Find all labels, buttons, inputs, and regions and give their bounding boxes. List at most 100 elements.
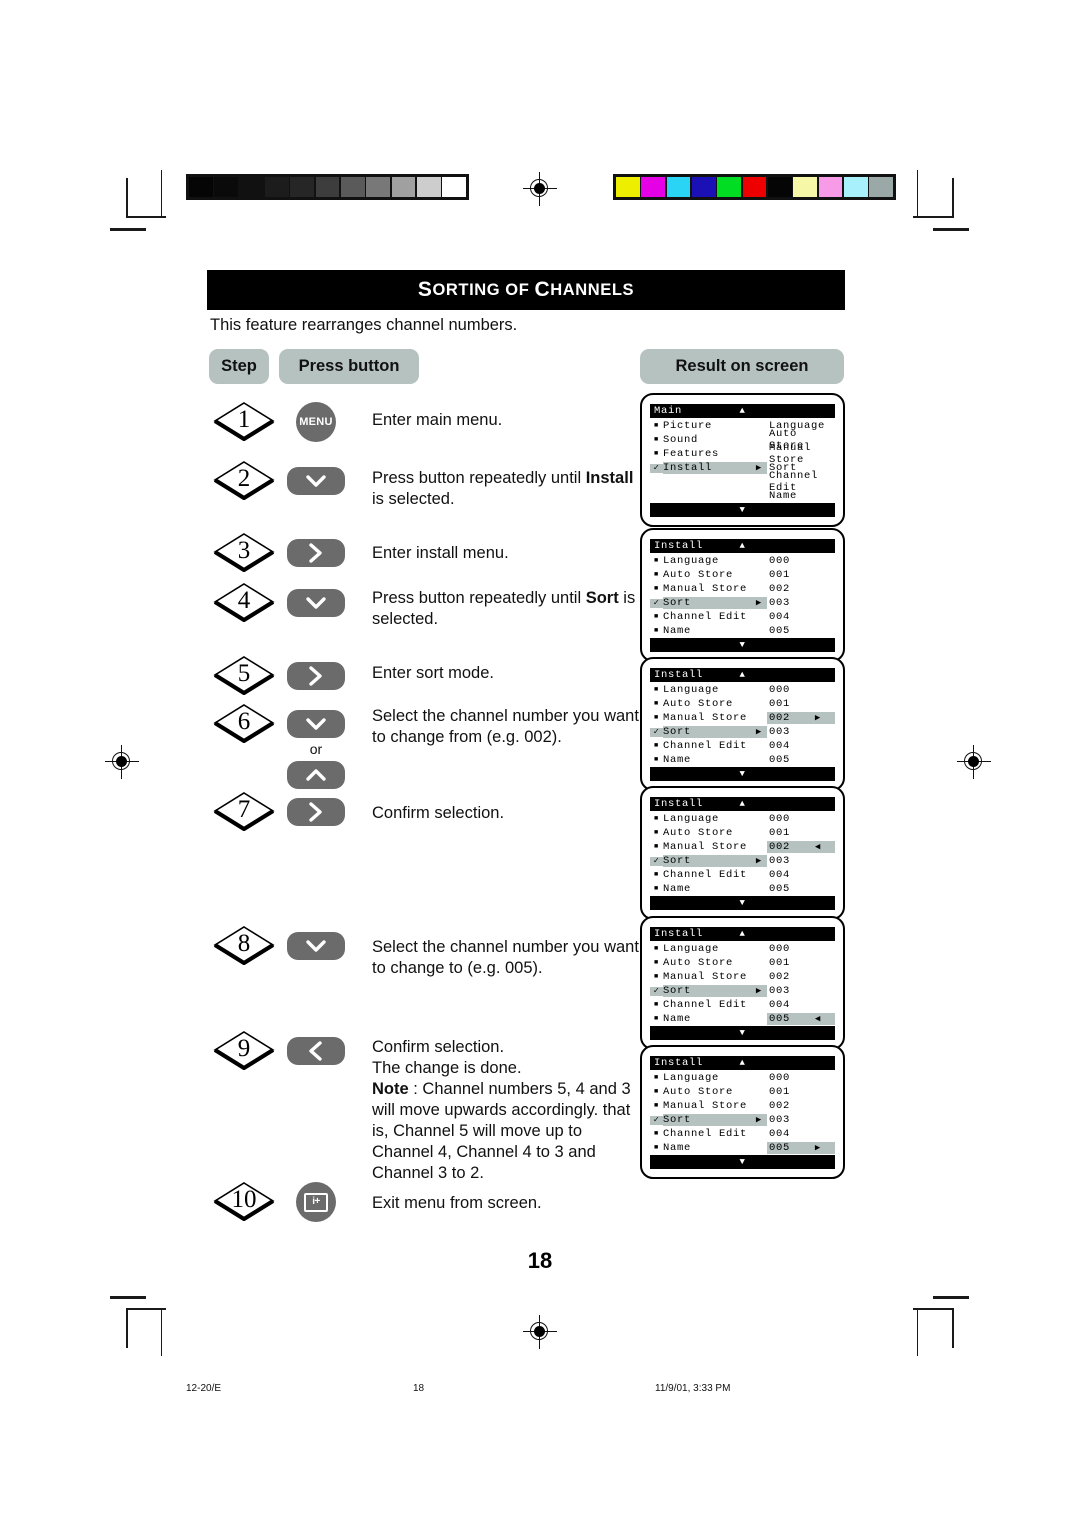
- osd-footer-bar: ▼: [650, 503, 835, 517]
- osd-menu-item[interactable]: ■ Language 000: [650, 942, 835, 956]
- chevron-right-button[interactable]: [287, 798, 345, 826]
- chevron-right-button[interactable]: [287, 539, 345, 567]
- chevron-right-icon: [302, 540, 330, 566]
- osd-menu-item[interactable]: ■ Language 000: [650, 683, 835, 697]
- chevron-down-button[interactable]: [287, 589, 345, 617]
- osd-menu-item[interactable]: ✓ Sort ▶ 003: [650, 854, 835, 868]
- chevron-down-icon: [302, 468, 330, 494]
- info-button[interactable]: i+: [296, 1182, 336, 1222]
- registration-target-top: [523, 172, 557, 206]
- osd-menu-item-text: Name: [663, 883, 692, 895]
- scroll-down-arrow-icon[interactable]: ▼: [739, 505, 745, 515]
- chevron-down-button[interactable]: [287, 932, 345, 960]
- osd-menu-item[interactable]: ■ Features Manual Store: [650, 442, 835, 466]
- grayscale-calibration-strip: [186, 174, 469, 200]
- chevron-down-icon: [302, 933, 330, 959]
- chevron-down-button[interactable]: [287, 710, 345, 738]
- crop-mark-tr-v2: [917, 170, 919, 218]
- osd-menu-item[interactable]: ■ Auto Store 001: [650, 1085, 835, 1099]
- osd-menu-item-text: Channel Edit: [663, 869, 748, 881]
- osd-menu-item-label: Sort ▶: [663, 985, 767, 997]
- osd-menu-item[interactable]: ■ Auto Store 001: [650, 956, 835, 970]
- osd-menu-item-value: 003: [767, 726, 835, 738]
- step-description-text: Confirm selection.: [372, 804, 505, 822]
- osd-menu-item[interactable]: ■ Name 005: [650, 882, 835, 896]
- chevron-up-button[interactable]: [287, 761, 345, 789]
- osd-menu-item[interactable]: ✓ Sort ▶ 003: [650, 725, 835, 739]
- osd-menu-item[interactable]: ■ Name 005: [650, 753, 835, 767]
- step-number: 1: [237, 406, 251, 433]
- osd-menu-item[interactable]: ■ Channel Edit 004: [650, 868, 835, 882]
- osd-menu-item[interactable]: ■ Name 005 ▶: [650, 1141, 835, 1155]
- scroll-up-arrow-icon[interactable]: ▲: [739, 929, 745, 939]
- scroll-up-arrow-icon[interactable]: ▲: [739, 670, 745, 680]
- osd-menu-item-text: Sound: [663, 434, 699, 446]
- osd-menu-item[interactable]: ■ Manual Store 002 ◀: [650, 840, 835, 854]
- osd-menu-item[interactable]: ■ Name 005 ◀: [650, 1012, 835, 1026]
- osd-menu-item-text: Sort: [663, 597, 692, 609]
- bullet-square-icon: ■: [654, 972, 659, 981]
- osd-menu-item[interactable]: ■ Auto Store 001: [650, 697, 835, 711]
- osd-menu-item[interactable]: ■ Manual Store 002: [650, 582, 835, 596]
- scroll-down-arrow-icon[interactable]: ▼: [739, 1028, 745, 1038]
- bullet-square-icon: ■: [654, 884, 659, 893]
- registration-target-left: [105, 745, 139, 779]
- bullet-square-icon: ■: [654, 1073, 659, 1082]
- scroll-up-arrow-icon[interactable]: ▲: [739, 799, 745, 809]
- osd-menu-item[interactable]: ■ Manual Store 002: [650, 970, 835, 984]
- osd-menu-item[interactable]: ■ Language 000: [650, 812, 835, 826]
- step-number-badge: 10: [213, 1181, 275, 1221]
- osd-menu-item[interactable]: ■ Channel Edit 004: [650, 998, 835, 1012]
- osd-menu-item[interactable]: ✓ Sort ▶ 003: [650, 984, 835, 998]
- step-description-text: Exit menu from screen.: [372, 1194, 542, 1212]
- osd-menu-item[interactable]: ■ Manual Store 002: [650, 1099, 835, 1113]
- osd-menu-item[interactable]: Channel Edit: [650, 470, 835, 494]
- osd-menu-item[interactable]: ■ Language 000: [650, 1071, 835, 1085]
- osd-menu-item[interactable]: ■ Name 005: [650, 624, 835, 638]
- osd-menu-item[interactable]: ■ Auto Store 001: [650, 568, 835, 582]
- osd-menu-item-value: 003: [767, 597, 835, 609]
- chevron-down-icon: [302, 711, 330, 737]
- step-number-badge: 4: [213, 582, 275, 622]
- chevron-down-button[interactable]: [287, 467, 345, 495]
- osd-menu-item[interactable]: ■ Channel Edit 004: [650, 739, 835, 753]
- scroll-up-arrow-icon[interactable]: ▲: [739, 541, 745, 551]
- scroll-down-arrow-icon[interactable]: ▼: [739, 769, 745, 779]
- step-description: Enter sort mode.: [372, 663, 642, 684]
- scroll-up-arrow-icon[interactable]: ▲: [739, 1058, 745, 1068]
- bullet-square-icon: ■: [654, 958, 659, 967]
- osd-menu-item-value-text: 003: [769, 597, 791, 609]
- osd-menu-item[interactable]: ■ Auto Store 001: [650, 826, 835, 840]
- osd-menu-item-text: Auto Store: [663, 1086, 734, 1098]
- osd-screen: Install ▲ ■ Language 000 ■ Auto Store 001 ■ Manua…: [640, 786, 845, 920]
- chevron-right-button[interactable]: [287, 662, 345, 690]
- osd-menu-item[interactable]: ■ Channel Edit 004: [650, 610, 835, 624]
- menu-button[interactable]: MENU: [296, 402, 336, 442]
- chevron-left-button[interactable]: [287, 1037, 345, 1065]
- scroll-down-arrow-icon[interactable]: ▼: [739, 898, 745, 908]
- step-description: Select the channel number you want to ch…: [372, 706, 642, 748]
- osd-menu-item[interactable]: ■ Manual Store 002 ▶: [650, 711, 835, 725]
- submenu-right-arrow-icon: ▶: [755, 855, 762, 866]
- scroll-down-arrow-icon[interactable]: ▼: [739, 640, 745, 650]
- crop-mark-bl-h: [126, 1308, 166, 1310]
- osd-menu-item-text: Auto Store: [663, 957, 734, 969]
- osd-menu-item-value-text: Name: [769, 490, 798, 502]
- osd-menu-item-label: Sort ▶: [663, 1114, 767, 1126]
- osd-menu-item[interactable]: ✓ Sort ▶ 003: [650, 596, 835, 610]
- osd-menu-item[interactable]: ✓ Sort ▶ 003: [650, 1113, 835, 1127]
- osd-menu-item-value-text: 002: [769, 1100, 791, 1112]
- page-title: S ORTING OF C HANNELS: [207, 270, 845, 310]
- osd-menu-item-text: Sort: [663, 985, 692, 997]
- calibration-swatch: [691, 177, 716, 197]
- osd-menu-item[interactable]: Name: [650, 489, 835, 503]
- step-number-badge: 7: [213, 791, 275, 831]
- step-number-badge: 2: [213, 460, 275, 500]
- osd-menu-item[interactable]: ■ Channel Edit 004: [650, 1127, 835, 1141]
- osd-menu-item-value-text: 004: [769, 740, 791, 752]
- osd-title-bar: Install ▲: [650, 539, 835, 553]
- osd-menu-item-value-text: 001: [769, 1086, 791, 1098]
- scroll-up-arrow-icon[interactable]: ▲: [739, 406, 745, 416]
- scroll-down-arrow-icon[interactable]: ▼: [739, 1157, 745, 1167]
- osd-menu-item[interactable]: ■ Language 000: [650, 554, 835, 568]
